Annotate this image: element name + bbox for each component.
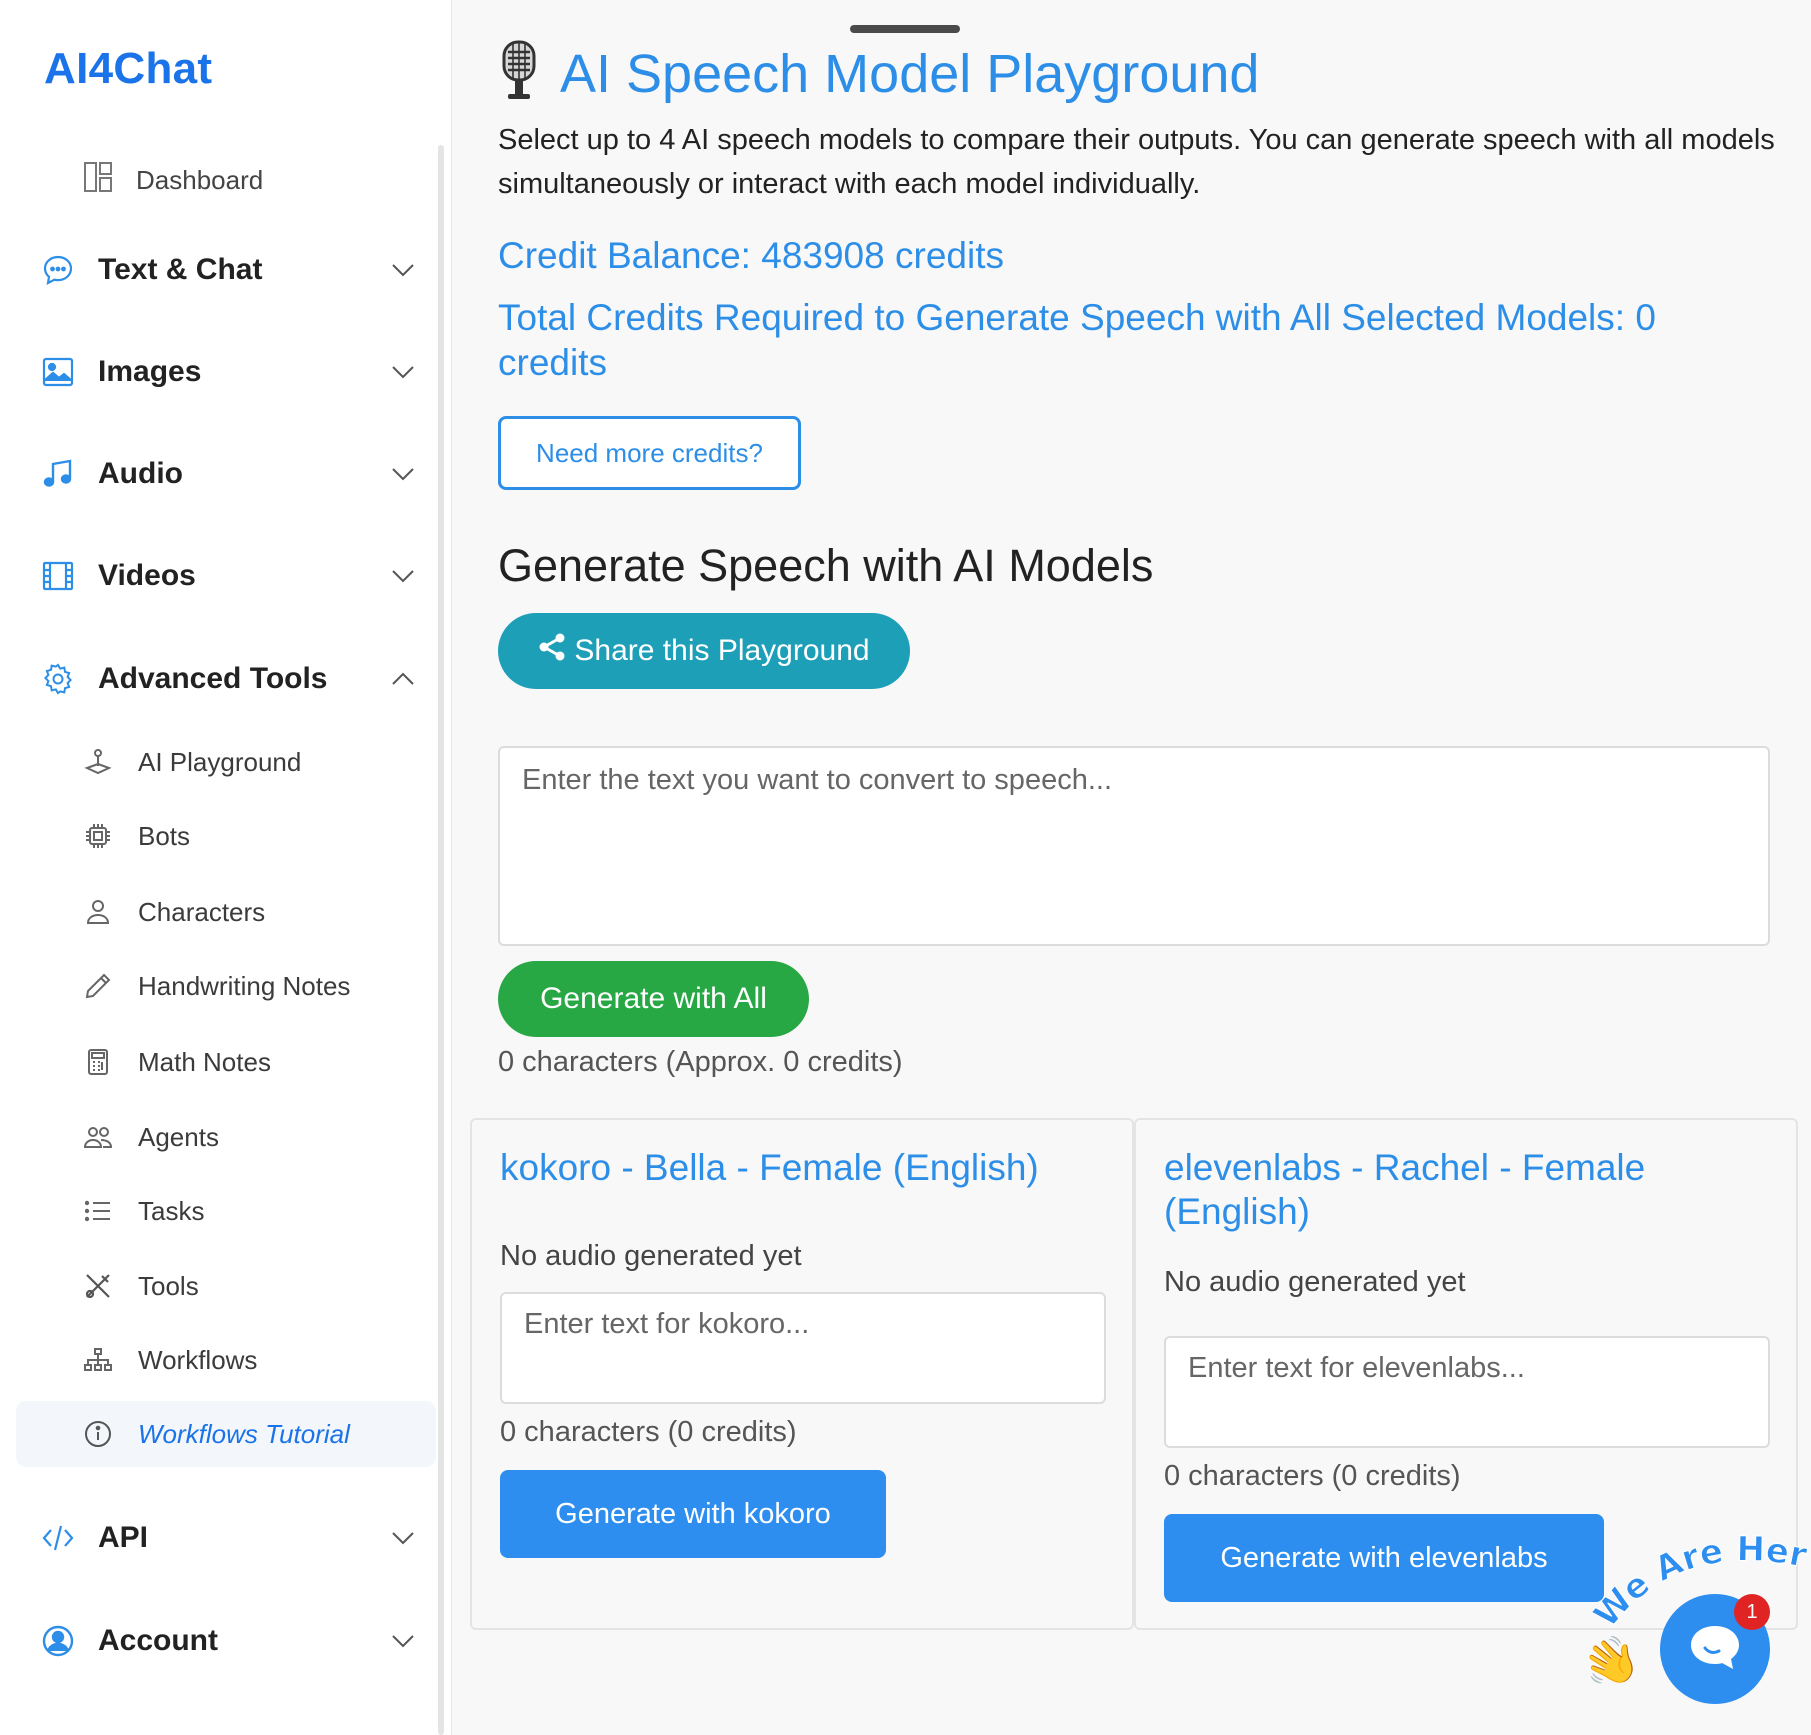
gear-icon <box>40 661 76 697</box>
sidebar-item-agents[interactable]: Agents <box>84 1115 219 1159</box>
model-status: No audio generated yet <box>500 1240 802 1272</box>
sidebar-section-label: Audio <box>98 457 183 490</box>
sidebar-item-handwriting-notes[interactable]: Handwriting Notes <box>84 964 350 1008</box>
page-title-text: AI Speech Model Playground <box>560 43 1260 104</box>
sidebar-item-label: Tools <box>138 1270 199 1301</box>
sidebar-item-label: Workflows <box>138 1344 258 1375</box>
model-title: elevenlabs - Rachel - Female (English) <box>1164 1147 1646 1232</box>
share-label: Share this Playground <box>574 634 870 667</box>
generate-kokoro-button[interactable]: Generate with kokoro <box>500 1470 886 1558</box>
sidebar-item-workflows[interactable]: Workflows <box>84 1338 257 1382</box>
waving-hand-icon: 👋 <box>1574 1627 1647 1697</box>
sidebar-item-dashboard[interactable]: Dashboard <box>84 160 263 200</box>
sidebar-item-label: Agents <box>138 1121 219 1152</box>
sidebar-item-label: Bots <box>138 820 191 851</box>
code-icon <box>40 1520 76 1556</box>
microphone-icon <box>500 40 538 107</box>
sidebar-section-advanced-tools[interactable]: Advanced Tools <box>40 649 415 709</box>
image-icon <box>40 354 76 390</box>
chevron-down-icon <box>392 366 414 379</box>
chevron-down-icon <box>392 264 414 277</box>
sidebar-item-label: Tasks <box>138 1195 205 1226</box>
sidebar-section-label: Images <box>98 355 202 388</box>
chat-bubble-icon <box>1687 1622 1743 1677</box>
model-character-count: 0 characters (0 credits) <box>500 1416 797 1448</box>
sidebar-item-label: Dashboard <box>136 164 264 195</box>
user-circle-icon <box>40 1623 76 1659</box>
sidebar-item-label: Workflows Tutorial <box>138 1418 350 1449</box>
music-note-icon <box>40 456 76 492</box>
sidebar-item-tasks[interactable]: Tasks <box>84 1189 204 1233</box>
chevron-down-icon <box>392 1635 414 1648</box>
sidebar-item-label: Handwriting Notes <box>138 970 351 1001</box>
speech-text-input[interactable] <box>498 746 1770 946</box>
chat-bubble-icon <box>40 252 76 288</box>
model-text-input[interactable] <box>1164 1336 1770 1448</box>
cpu-chip-icon <box>84 822 112 850</box>
credits-required: Total Credits Required to Generate Speec… <box>498 297 1656 383</box>
sidebar-section-audio[interactable]: Audio <box>40 444 415 504</box>
generate-all-button[interactable]: Generate with All <box>498 961 809 1037</box>
sidebar-section-label: API <box>98 1521 149 1554</box>
credit-balance: Credit Balance: 483908 credits <box>498 235 1004 276</box>
sidebar-scrollbar[interactable] <box>438 145 444 1735</box>
person-icon <box>84 898 112 926</box>
chevron-up-icon <box>392 672 414 685</box>
sidebar-item-bots[interactable]: Bots <box>84 814 190 858</box>
drag-handle[interactable] <box>850 25 960 33</box>
sidebar-section-images[interactable]: Images <box>40 342 415 402</box>
sidebar-section-label: Advanced Tools <box>98 662 328 695</box>
model-title: kokoro - Bella - Female (English) <box>500 1147 1039 1188</box>
brand-logo[interactable]: AI4Chat <box>44 44 212 94</box>
sidebar-item-math-notes[interactable]: Math Notes <box>84 1040 271 1084</box>
page-title: AI Speech Model Playground <box>500 40 1259 107</box>
sidebar-item-tools[interactable]: Tools <box>84 1264 199 1308</box>
sidebar-section-videos[interactable]: Videos <box>40 546 415 606</box>
tools-icon <box>84 1272 112 1300</box>
sidebar-section-account[interactable]: Account <box>40 1611 415 1671</box>
sidebar-item-ai-playground[interactable]: AI Playground <box>84 740 301 784</box>
sidebar-item-label: Math Notes <box>138 1046 271 1077</box>
calculator-icon <box>84 1048 112 1076</box>
list-icon <box>84 1197 112 1225</box>
model-character-count: 0 characters (0 credits) <box>1164 1460 1461 1492</box>
model-card-kokoro: kokoro - Bella - Female (English) No aud… <box>470 1118 1134 1630</box>
intro-text: Select up to 4 AI speech models to compa… <box>498 124 1775 200</box>
people-icon <box>84 1123 112 1151</box>
sidebar-section-api[interactable]: API <box>40 1508 415 1568</box>
model-status: No audio generated yet <box>1164 1266 1466 1298</box>
chevron-down-icon <box>392 1532 414 1545</box>
dashboard-grid-icon <box>84 161 112 199</box>
sidebar-section-label: Account <box>98 1624 218 1657</box>
need-credits-button[interactable]: Need more credits? <box>498 416 801 490</box>
sidebar-item-label: Characters <box>138 896 266 927</box>
film-icon <box>40 558 76 594</box>
generate-heading: Generate Speech with AI Models <box>498 540 1154 591</box>
sidebar-section-label: Videos <box>98 559 196 592</box>
chevron-down-icon <box>392 570 414 583</box>
generate-elevenlabs-button[interactable]: Generate with elevenlabs <box>1164 1514 1604 1602</box>
joystick-icon <box>84 748 112 776</box>
model-text-input[interactable] <box>500 1292 1106 1404</box>
character-count: 0 characters (Approx. 0 credits) <box>498 1046 903 1078</box>
sidebar-section-text-chat[interactable]: Text & Chat <box>40 240 415 300</box>
sidebar-item-label: AI Playground <box>138 746 302 777</box>
notification-badge: 1 <box>1734 1594 1770 1630</box>
info-circle-icon <box>84 1420 112 1448</box>
sidebar-item-characters[interactable]: Characters <box>84 890 265 934</box>
chevron-down-icon <box>392 468 414 481</box>
pencil-icon <box>84 972 112 1000</box>
sidebar-item-workflows-tutorial[interactable]: Workflows Tutorial <box>16 1401 436 1467</box>
workflow-icon <box>84 1346 112 1374</box>
sidebar-section-label: Text & Chat <box>98 253 263 286</box>
share-playground-button[interactable]: Share this Playground <box>498 613 910 689</box>
share-icon <box>538 633 566 669</box>
sidebar: AI4Chat Dashboard Text & Chat Images Aud… <box>0 0 452 1735</box>
